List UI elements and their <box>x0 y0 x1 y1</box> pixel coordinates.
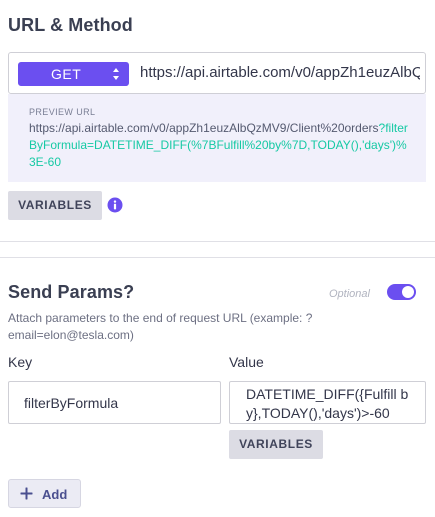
preview-url-box: PREVIEW URL https://api.airtable.com/v0/… <box>8 94 426 182</box>
toggle-knob <box>402 286 414 298</box>
url-method-row: GET https://api.airtable.com/v0/appZh1eu… <box>8 52 426 94</box>
add-param-label: Add <box>42 487 68 502</box>
info-icon[interactable] <box>107 197 123 213</box>
section-divider-top <box>0 241 435 242</box>
url-input[interactable]: https://api.airtable.com/v0/appZh1euzAlb… <box>140 64 420 81</box>
preview-url-base: https://api.airtable.com/v0/appZh1euzAlb… <box>29 121 379 135</box>
caret-updown-icon <box>113 68 119 80</box>
optional-label: Optional <box>329 288 370 300</box>
send-params-description: Attach parameters to the end of request … <box>8 311 313 342</box>
param-key-input[interactable]: filterByFormula <box>8 381 221 424</box>
preview-url-label: PREVIEW URL <box>29 107 96 117</box>
method-value: GET <box>51 66 82 82</box>
url-method-title: URL & Method <box>8 15 133 35</box>
plus-icon <box>20 487 33 500</box>
param-value-input[interactable]: DATETIME_DIFF({Fulfill by},TODAY(),'days… <box>229 381 426 424</box>
send-params-toggle[interactable] <box>387 284 416 300</box>
method-select[interactable]: GET <box>18 62 129 86</box>
key-column-label: Key <box>8 354 33 370</box>
section-divider-bottom <box>0 257 435 258</box>
param-variables-button[interactable]: VARIABLES <box>229 430 323 459</box>
url-variables-button[interactable]: VARIABLES <box>8 191 102 220</box>
preview-url-text: https://api.airtable.com/v0/appZh1euzAlb… <box>29 120 411 171</box>
value-column-label: Value <box>229 354 264 370</box>
add-param-button[interactable]: Add <box>8 479 81 508</box>
send-params-title: Send Params? <box>8 282 135 302</box>
